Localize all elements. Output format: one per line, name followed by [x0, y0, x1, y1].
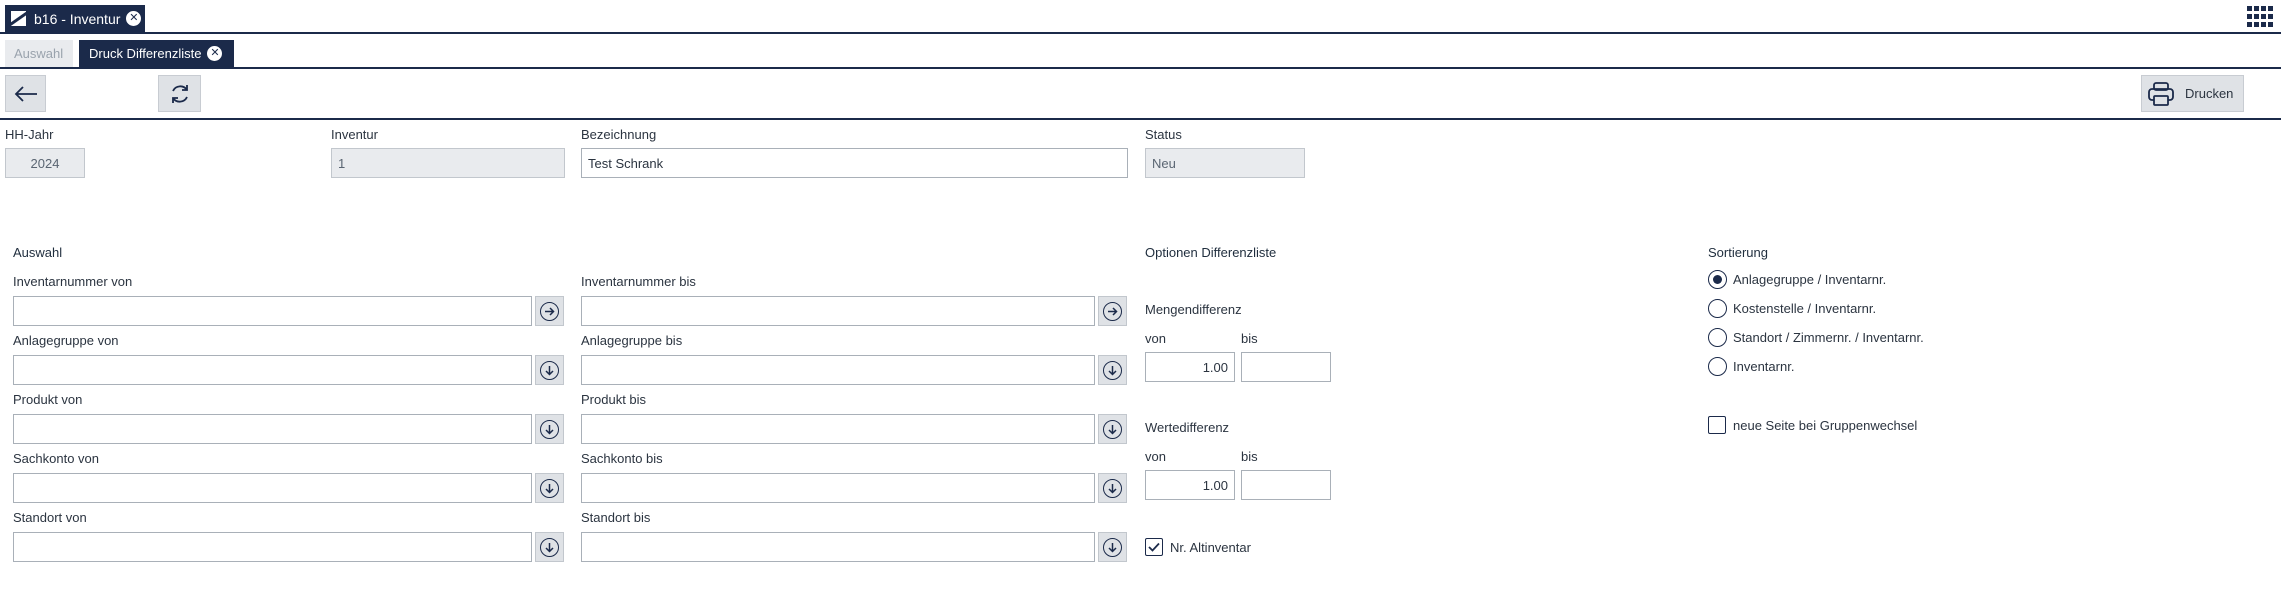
printer-icon	[2148, 81, 2174, 106]
inventarnummer-von-lookup-button[interactable]	[535, 296, 564, 326]
inventarnummer-bis-input[interactable]	[581, 296, 1095, 326]
app-logo-icon	[11, 11, 26, 26]
anlagegruppe-von-input[interactable]	[13, 355, 532, 385]
neue-seite-checkbox[interactable]	[1708, 416, 1726, 434]
arrow-down-icon	[1103, 419, 1122, 439]
refresh-button[interactable]	[158, 75, 201, 112]
sachkonto-von-label: Sachkonto von	[13, 451, 100, 466]
wertedifferenz-bis-input[interactable]	[1241, 470, 1331, 500]
nr-altinventar-label: Nr. Altinventar	[1170, 540, 1251, 555]
bezeichnung-label: Bezeichnung	[581, 127, 657, 142]
sort-option-label: Kostenstelle / Inventarnr.	[1733, 301, 1877, 316]
produkt-von-label: Produkt von	[13, 392, 83, 407]
arrow-down-icon	[1103, 360, 1122, 380]
mengendifferenz-von-label: von	[1145, 331, 1166, 346]
sort-inventarnr-radio[interactable]	[1708, 357, 1727, 376]
anlagegruppe-von-label: Anlagegruppe von	[13, 333, 119, 348]
standort-bis-input[interactable]	[581, 532, 1095, 562]
inventarnummer-bis-label: Inventarnummer bis	[581, 274, 696, 289]
arrow-left-icon	[14, 85, 37, 102]
anlagegruppe-bis-input[interactable]	[581, 355, 1095, 385]
checkmark-icon	[1148, 542, 1160, 552]
inventarnummer-bis-lookup-button[interactable]	[1098, 296, 1127, 326]
arrow-down-icon	[1103, 478, 1122, 498]
inventur-label: Inventur	[331, 127, 378, 142]
arrow-down-icon	[540, 360, 559, 380]
produkt-bis-label: Produkt bis	[581, 392, 647, 407]
standort-von-dropdown-button[interactable]	[535, 532, 564, 562]
produkt-von-dropdown-button[interactable]	[535, 414, 564, 444]
sachkonto-von-input[interactable]	[13, 473, 532, 503]
optionen-title: Optionen Differenzliste	[1145, 245, 1277, 260]
mengendifferenz-von-input[interactable]: 1.00	[1145, 352, 1235, 382]
sachkonto-von-dropdown-button[interactable]	[535, 473, 564, 503]
anlagegruppe-bis-dropdown-button[interactable]	[1098, 355, 1127, 385]
standort-bis-label: Standort bis	[581, 510, 651, 525]
auswahl-title: Auswahl	[13, 245, 63, 260]
standort-von-input[interactable]	[13, 532, 532, 562]
window-tab[interactable]: b16 - Inventur ✕	[5, 5, 145, 32]
produkt-von-input[interactable]	[13, 414, 532, 444]
sort-standort-radio[interactable]	[1708, 328, 1727, 347]
arrow-down-icon	[540, 478, 559, 498]
arrow-right-icon	[540, 301, 559, 321]
print-label: Drucken	[2185, 86, 2234, 101]
mengendifferenz-label: Mengendifferenz	[1145, 302, 1242, 317]
inventarnummer-von-label: Inventarnummer von	[13, 274, 133, 289]
hh-jahr-label: HH-Jahr	[5, 127, 54, 142]
standort-bis-dropdown-button[interactable]	[1098, 532, 1127, 562]
back-button[interactable]	[5, 75, 46, 112]
divider	[0, 67, 2281, 69]
anlagegruppe-von-dropdown-button[interactable]	[535, 355, 564, 385]
sort-option-label: Anlagegruppe / Inventarnr.	[1733, 272, 1887, 287]
app-grid-icon[interactable]	[2247, 6, 2273, 28]
hh-jahr-field: 2024	[5, 148, 85, 178]
sort-option-label: Standort / Zimmernr. / Inventarnr.	[1733, 330, 1924, 345]
sachkonto-bis-label: Sachkonto bis	[581, 451, 663, 466]
neue-seite-label: neue Seite bei Gruppenwechsel	[1733, 418, 1918, 433]
arrow-down-icon	[540, 537, 559, 557]
refresh-icon	[171, 84, 188, 103]
anlagegruppe-bis-label: Anlagegruppe bis	[581, 333, 683, 348]
standort-von-label: Standort von	[13, 510, 87, 525]
print-button[interactable]: Drucken	[2141, 75, 2244, 112]
divider	[0, 32, 2281, 34]
sachkonto-bis-input[interactable]	[581, 473, 1095, 503]
radio-dot	[1713, 275, 1722, 284]
tab-label: Druck Differenzliste	[89, 46, 202, 61]
close-subtab-icon[interactable]: ✕	[207, 46, 223, 61]
sachkonto-bis-dropdown-button[interactable]	[1098, 473, 1127, 503]
tab-druck-differenzliste[interactable]: Druck Differenzliste ✕	[79, 40, 234, 67]
status-label: Status	[1145, 127, 1182, 142]
sort-kostenstelle-radio[interactable]	[1708, 299, 1727, 318]
mengendifferenz-bis-input[interactable]	[1241, 352, 1331, 382]
tab-auswahl[interactable]: Auswahl	[5, 40, 73, 67]
sortierung-title: Sortierung	[1708, 245, 1768, 260]
produkt-bis-input[interactable]	[581, 414, 1095, 444]
sort-option-label: Inventarnr.	[1733, 359, 1795, 374]
arrow-down-icon	[1103, 537, 1122, 557]
inventur-field: 1	[331, 148, 565, 178]
close-tab-icon[interactable]: ✕	[126, 11, 142, 26]
wertedifferenz-von-label: von	[1145, 449, 1166, 464]
divider	[0, 118, 2281, 120]
nr-altinventar-checkbox[interactable]	[1145, 538, 1163, 556]
wertedifferenz-label: Wertedifferenz	[1145, 420, 1230, 435]
produkt-bis-dropdown-button[interactable]	[1098, 414, 1127, 444]
mengendifferenz-bis-label: bis	[1241, 331, 1258, 346]
wertedifferenz-von-input[interactable]: 1.00	[1145, 470, 1235, 500]
wertedifferenz-bis-label: bis	[1241, 449, 1258, 464]
window-tab-title: b16 - Inventur	[34, 10, 121, 27]
arrow-right-icon	[1103, 301, 1122, 321]
arrow-down-icon	[540, 419, 559, 439]
status-field: Neu	[1145, 148, 1305, 178]
inventarnummer-von-input[interactable]	[13, 296, 532, 326]
sort-anlagegruppe-radio[interactable]	[1708, 270, 1727, 289]
bezeichnung-field[interactable]: Test Schrank	[581, 148, 1128, 178]
